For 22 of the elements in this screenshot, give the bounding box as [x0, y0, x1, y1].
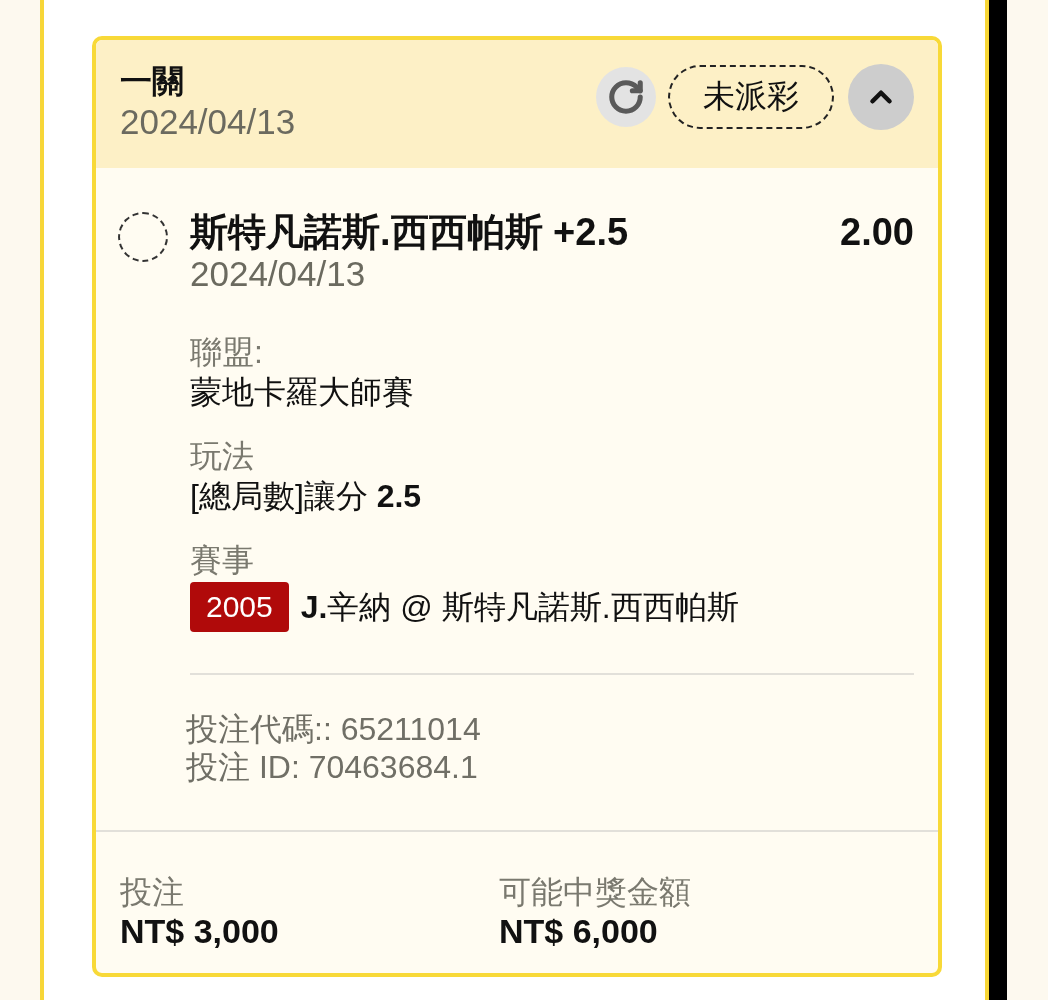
detail-label: 賽事 — [190, 541, 254, 580]
selection-date: 2024/04/13 — [190, 254, 366, 294]
detail-value: [總局數]讓分 2.5 — [190, 477, 422, 516]
amount-value: NT$ 3,000 — [120, 912, 279, 950]
detail-label: 玩法 — [190, 437, 254, 476]
refresh-icon — [607, 78, 645, 116]
selection-name: 斯特凡諾斯.西西帕斯 +2.5 — [190, 210, 629, 254]
refresh-button[interactable] — [596, 67, 656, 127]
status-tag: 未派彩 — [668, 65, 834, 129]
card-title: 一關 — [120, 62, 184, 101]
amount-value: NT$ 6,000 — [499, 912, 658, 950]
bet-code-text: 投注代碼:: 65211014 — [186, 710, 481, 748]
detail-label: 聯盟: — [190, 333, 263, 372]
bet-date: 2024/04/13 — [120, 102, 296, 142]
odds-value: 2.00 — [840, 210, 914, 254]
match-number-badge: 2005 — [190, 582, 289, 632]
bet-id-text: 投注 ID: 70463684.1 — [186, 748, 478, 786]
amount-label: 可能中獎金額 — [499, 873, 691, 912]
detail-value: 蒙地卡羅大師賽 — [190, 373, 414, 412]
amount-label: 投注 — [120, 873, 184, 912]
select-radio[interactable] — [118, 212, 168, 262]
match-name: J.辛納 @ 斯特凡諾斯.西西帕斯 — [300, 588, 739, 627]
